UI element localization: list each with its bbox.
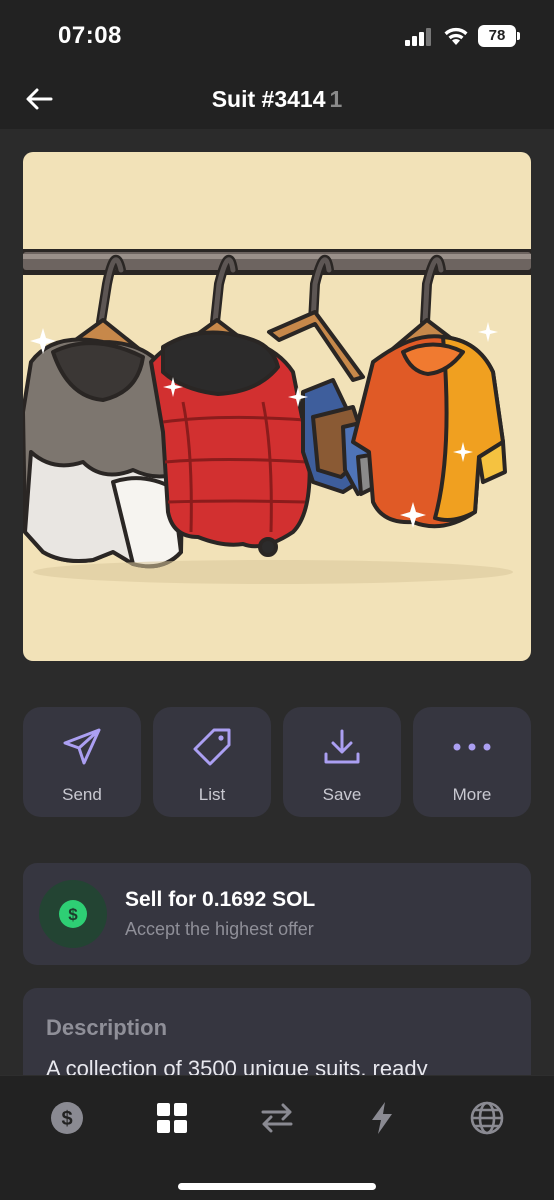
more-button[interactable]: More <box>413 707 531 817</box>
nav-swap[interactable] <box>257 1098 297 1138</box>
tag-icon <box>192 728 232 766</box>
svg-text:$: $ <box>68 905 78 924</box>
home-indicator <box>178 1183 376 1190</box>
svg-text:$: $ <box>61 1108 72 1130</box>
more-dots-icon <box>452 729 492 765</box>
action-bar: Send List Save More <box>23 707 531 817</box>
battery-indicator: 78 <box>478 25 520 47</box>
nav-activity[interactable] <box>362 1098 402 1138</box>
bottom-nav: $ <box>0 1075 554 1200</box>
list-label: List <box>198 785 226 804</box>
dollar-circle-icon: $ <box>51 1102 83 1134</box>
save-button[interactable]: Save <box>283 707 401 817</box>
swap-arrows-icon <box>261 1103 293 1133</box>
save-label: Save <box>322 785 362 804</box>
send-button[interactable]: Send <box>23 707 141 817</box>
description-text: A collection of 3500 unique suits, ready <box>46 1056 428 1075</box>
send-icon <box>62 728 102 765</box>
page-title: Suit #3414 1 <box>0 86 554 113</box>
grid-icon <box>157 1103 187 1133</box>
nft-detail-content: Send List Save More $ Sell for 0.1692 SO… <box>0 130 554 1075</box>
nav-wallet[interactable]: $ <box>47 1098 87 1138</box>
cellular-signal-icon <box>405 28 433 46</box>
lightning-icon <box>372 1102 392 1134</box>
list-button[interactable]: List <box>153 707 271 817</box>
sell-subtitle: Accept the highest offer <box>125 919 314 939</box>
download-icon <box>322 729 362 765</box>
description-card: Description A collection of 3500 unique … <box>23 988 531 1075</box>
globe-icon <box>470 1101 504 1135</box>
dollar-icon: $ <box>39 880 107 948</box>
description-heading: Description <box>46 1015 168 1040</box>
send-label: Send <box>62 785 102 804</box>
clothes-rack-illustration <box>23 249 531 584</box>
status-bar: 07:08 78 <box>0 0 554 70</box>
wifi-icon <box>444 27 468 45</box>
nft-count: 1 <box>329 86 343 112</box>
header: Suit #3414 1 <box>0 70 554 130</box>
nav-collectibles[interactable] <box>152 1098 192 1138</box>
sell-for-card[interactable]: $ Sell for 0.1692 SOL Accept the highest… <box>23 863 531 965</box>
status-time: 07:08 <box>58 22 122 49</box>
sell-title: Sell for 0.1692 SOL <box>125 888 316 911</box>
more-label: More <box>452 785 492 804</box>
nft-image[interactable] <box>23 152 531 661</box>
nav-explore[interactable] <box>467 1098 507 1138</box>
nft-title: Suit #3414 <box>211 86 326 112</box>
